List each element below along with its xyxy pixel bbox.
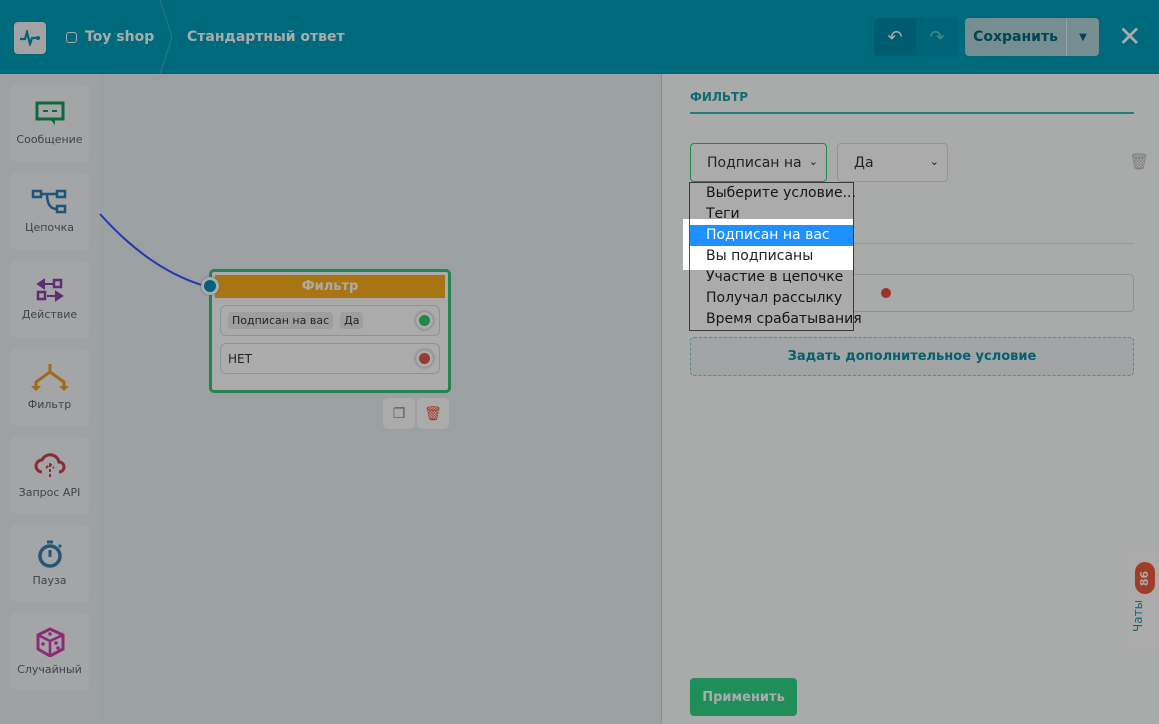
undo-button[interactable]: ↶ [874, 18, 916, 56]
undo-redo-group: ↶ ↷ [874, 18, 958, 56]
save-button-group: Сохранить ▼ [965, 18, 1099, 56]
close-icon[interactable]: ✕ [1118, 22, 1141, 52]
condition-chip: Подписан на вас [228, 312, 334, 329]
value-chip: Да [340, 312, 364, 329]
condition-dropdown-list: Выберите условие... Теги Подписан на вас… [689, 182, 862, 331]
option-choose[interactable]: Выберите условие... [690, 183, 856, 204]
chats-label: Чаты [1131, 599, 1145, 632]
yes-output-port[interactable] [416, 312, 433, 329]
save-dropdown-toggle[interactable]: ▼ [1067, 18, 1099, 56]
filter-node[interactable]: Фильтр Подписан на вас Да НЕТ [209, 269, 451, 393]
chevron-down-icon: ⌄ [929, 155, 939, 168]
save-button[interactable]: Сохранить [965, 18, 1067, 56]
option-tags[interactable]: Теги [690, 204, 853, 225]
apply-button[interactable]: Применить [690, 678, 797, 716]
node-condition-no: НЕТ [220, 343, 440, 374]
redo-button[interactable]: ↷ [916, 18, 958, 56]
option-you-subscribed[interactable]: Вы подписаны [690, 246, 853, 267]
chats-tab[interactable]: 86 Чаты [1127, 552, 1159, 649]
node-input-port[interactable] [201, 277, 219, 295]
delete-node-icon[interactable]: 🗑 [417, 398, 449, 429]
condition-select[interactable]: Подписан на ⌄ [690, 143, 827, 182]
panel-title: ФИЛЬТР [690, 90, 749, 104]
chevron-down-icon: ⌄ [808, 155, 818, 168]
option-trigger-time[interactable]: Время срабатывания [690, 309, 862, 330]
value-select-value: Да [854, 154, 874, 171]
red-dot-icon [881, 288, 891, 298]
node-title: Фильтр [215, 275, 445, 298]
filter-settings-panel: ФИЛЬТР Подписан на ⌄ Да ⌄ 🗑 Задать дополни… [661, 74, 1159, 724]
option-received-broadcast[interactable]: Получал рассылку [690, 288, 853, 309]
add-condition-button[interactable]: Задать дополнительное условие [690, 337, 1134, 376]
option-chain-participation[interactable]: Участие в цепочке [690, 267, 853, 288]
no-output-port[interactable] [416, 350, 433, 367]
chats-count-badge: 86 [1135, 562, 1155, 594]
option-subscribed-to-you[interactable]: Подписан на вас [690, 225, 853, 246]
panel-title-underline [690, 112, 1134, 114]
value-select[interactable]: Да ⌄ [837, 143, 948, 182]
node-condition-yes: Подписан на вас Да [220, 305, 440, 336]
no-label: НЕТ [228, 351, 252, 366]
delete-condition-icon[interactable]: 🗑 [1129, 152, 1149, 171]
copy-node-icon[interactable]: ❐ [383, 398, 415, 429]
condition-select-value: Подписан на [707, 154, 802, 171]
